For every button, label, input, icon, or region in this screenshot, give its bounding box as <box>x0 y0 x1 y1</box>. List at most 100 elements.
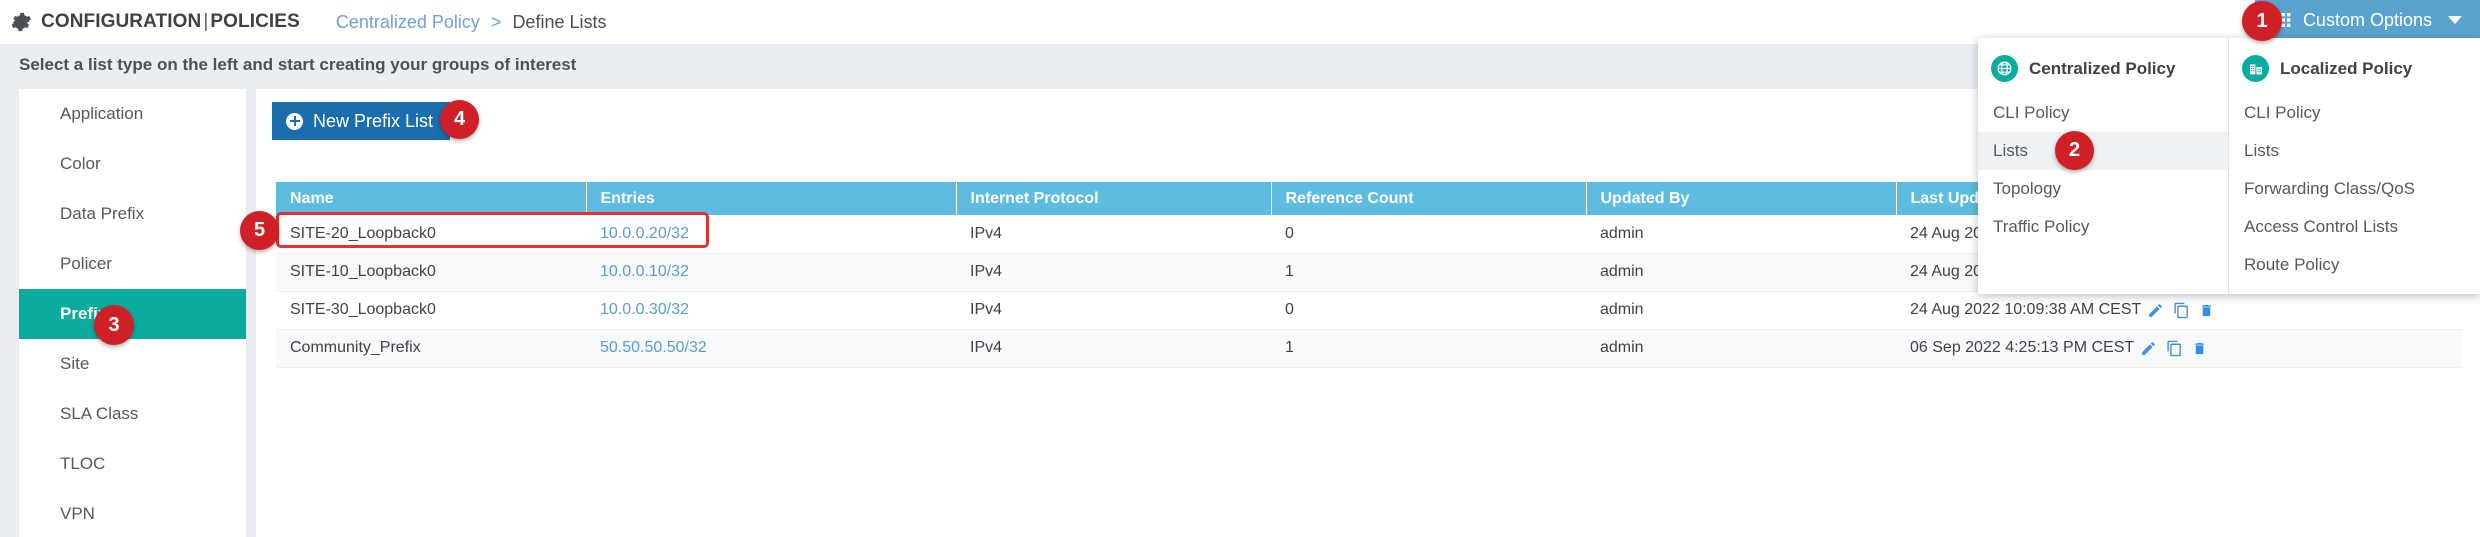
dropdown-item-forwarding-class-qos[interactable]: Forwarding Class/QoS <box>2229 170 2480 208</box>
sidebar-item-application[interactable]: Application <box>19 89 246 139</box>
sidebar-item-data-prefix[interactable]: Data Prefix <box>19 189 246 239</box>
sidebar-item-sla-class[interactable]: SLA Class <box>19 389 246 439</box>
cell-protocol: IPv4 <box>956 215 1271 253</box>
copy-icon[interactable] <box>2166 340 2183 357</box>
copy-icon[interactable] <box>2173 302 2190 319</box>
dropdown-column-centralized-policy: Centralized Policy CLI Policy Lists Topo… <box>1978 38 2229 294</box>
app-section-label: CONFIGURATION <box>41 11 201 32</box>
sidebar-item-label: Policer <box>60 254 112 274</box>
dropdown-item-lists[interactable]: Lists <box>1978 132 2228 170</box>
cell-updated-by: admin <box>1586 215 1896 253</box>
building-icon <box>2242 55 2269 82</box>
plus-circle-icon <box>286 113 303 130</box>
dropdown-item-route-policy[interactable]: Route Policy <box>2229 246 2480 284</box>
table-row[interactable]: Community_Prefix 50.50.50.50/32 IPv4 1 a… <box>276 329 2462 367</box>
sidebar-item-label: TLOC <box>60 454 105 474</box>
cell-entries[interactable]: 50.50.50.50/32 <box>586 329 956 367</box>
cell-protocol: IPv4 <box>956 291 1271 329</box>
delete-icon[interactable] <box>2192 340 2207 357</box>
sidebar-item-label: Application <box>60 104 143 124</box>
cell-reference-count: 1 <box>1271 329 1586 367</box>
cell-reference-count: 1 <box>1271 253 1586 291</box>
breadcrumb-separator: > <box>491 12 502 33</box>
annotation-badge-2: 2 <box>2055 131 2094 170</box>
dropdown-item-access-control-lists[interactable]: Access Control Lists <box>2229 208 2480 246</box>
column-header-internet-protocol[interactable]: Internet Protocol <box>956 182 1271 215</box>
cell-updated-by: admin <box>1586 329 1896 367</box>
cell-reference-count: 0 <box>1271 291 1586 329</box>
cell-last-updated: 06 Sep 2022 4:25:13 PM CEST <box>1896 329 2462 367</box>
cell-last-updated: 24 Aug 2022 10:09:38 AM CEST <box>1896 291 2462 329</box>
breadcrumb-current-define-lists: Define Lists <box>512 12 606 33</box>
dropdown-item-traffic-policy[interactable]: Traffic Policy <box>1978 208 2228 246</box>
dropdown-item-lists[interactable]: Lists <box>2229 132 2480 170</box>
page-root: CONFIGURATION|POLICIES Centralized Polic… <box>0 0 2480 537</box>
column-header-name[interactable]: Name <box>276 182 586 215</box>
page-title: CONFIGURATION|POLICIES <box>41 11 300 33</box>
table-row[interactable]: SITE-30_Loopback0 10.0.0.30/32 IPv4 0 ad… <box>276 291 2462 329</box>
dropdown-heading-localized-policy: Localized Policy <box>2229 38 2480 82</box>
sidebar-item-vpn[interactable]: VPN <box>19 489 246 537</box>
row-actions <box>2141 302 2214 319</box>
cell-name: SITE-10_Loopback0 <box>276 253 586 291</box>
gear-icon <box>10 11 32 33</box>
sidebar-item-label: Color <box>60 154 101 174</box>
column-header-entries[interactable]: Entries <box>586 182 956 215</box>
dropdown-item-label: Traffic Policy <box>1993 217 2089 237</box>
dropdown-heading-centralized-policy: Centralized Policy <box>1978 38 2228 82</box>
column-header-updated-by[interactable]: Updated By <box>1586 182 1896 215</box>
sidebar-item-tloc[interactable]: TLOC <box>19 439 246 489</box>
new-prefix-list-label: New Prefix List <box>313 111 433 132</box>
dropdown-item-cli-policy[interactable]: CLI Policy <box>1978 94 2228 132</box>
column-header-reference-count[interactable]: Reference Count <box>1271 182 1586 215</box>
sidebar-item-site[interactable]: Site <box>19 339 246 389</box>
list-type-sidebar: Application Color Data Prefix Policer Pr… <box>19 89 247 537</box>
last-updated-text: 24 Aug 2022 10:09:38 AM CEST <box>1910 301 2141 319</box>
dropdown-item-label: Lists <box>1993 141 2028 161</box>
dropdown-item-label: CLI Policy <box>2244 103 2321 123</box>
cell-entries[interactable]: 10.0.0.10/32 <box>586 253 956 291</box>
dropdown-item-topology[interactable]: Topology <box>1978 170 2228 208</box>
cell-entries[interactable]: 10.0.0.30/32 <box>586 291 956 329</box>
edit-icon[interactable] <box>2147 302 2164 319</box>
sidebar-item-label: VPN <box>60 504 95 524</box>
dropdown-column-localized-policy: Localized Policy CLI Policy Lists Forwar… <box>2229 38 2480 294</box>
highlight-box-site20-row <box>276 212 709 248</box>
dropdown-item-label: Forwarding Class/QoS <box>2244 179 2415 199</box>
cell-protocol: IPv4 <box>956 253 1271 291</box>
edit-icon[interactable] <box>2140 340 2157 357</box>
dropdown-item-label: Route Policy <box>2244 255 2339 275</box>
globe-icon <box>1991 55 2018 82</box>
dropdown-items-centralized: CLI Policy Lists Topology Traffic Policy <box>1978 94 2228 246</box>
delete-icon[interactable] <box>2199 302 2214 319</box>
instruction-text: Select a list type on the left and start… <box>19 55 576 75</box>
cell-name: Community_Prefix <box>276 329 586 367</box>
dropdown-item-label: Topology <box>1993 179 2061 199</box>
breadcrumb-link-centralized-policy[interactable]: Centralized Policy <box>336 12 480 33</box>
dropdown-item-label: Access Control Lists <box>2244 217 2398 237</box>
custom-options-dropdown: Centralized Policy CLI Policy Lists Topo… <box>1978 38 2480 294</box>
annotation-badge-3: 3 <box>94 305 134 345</box>
sidebar-item-policer[interactable]: Policer <box>19 239 246 289</box>
row-actions <box>2134 340 2207 357</box>
sidebar-item-label: Data Prefix <box>60 204 144 224</box>
breadcrumb: Centralized Policy > Define Lists <box>336 12 607 33</box>
dropdown-item-label: CLI Policy <box>1993 103 2070 123</box>
cell-updated-by: admin <box>1586 253 1896 291</box>
custom-options-label: Custom Options <box>2303 10 2432 31</box>
cell-reference-count: 0 <box>1271 215 1586 253</box>
cell-updated-by: admin <box>1586 291 1896 329</box>
cell-protocol: IPv4 <box>956 329 1271 367</box>
sidebar-item-label: SLA Class <box>60 404 138 424</box>
dropdown-heading-label: Centralized Policy <box>2029 59 2175 79</box>
sidebar-item-color[interactable]: Color <box>19 139 246 189</box>
dropdown-item-cli-policy[interactable]: CLI Policy <box>2229 94 2480 132</box>
dropdown-items-localized: CLI Policy Lists Forwarding Class/QoS Ac… <box>2229 94 2480 284</box>
annotation-badge-5: 5 <box>240 211 279 250</box>
last-updated-text: 06 Sep 2022 4:25:13 PM CEST <box>1910 339 2134 357</box>
app-subsection-label: POLICIES <box>210 11 299 32</box>
sidebar-item-label: Site <box>60 354 89 374</box>
custom-options-button[interactable]: Custom Options <box>2255 0 2480 40</box>
new-prefix-list-button[interactable]: New Prefix List <box>272 102 450 140</box>
dropdown-item-label: Lists <box>2244 141 2279 161</box>
